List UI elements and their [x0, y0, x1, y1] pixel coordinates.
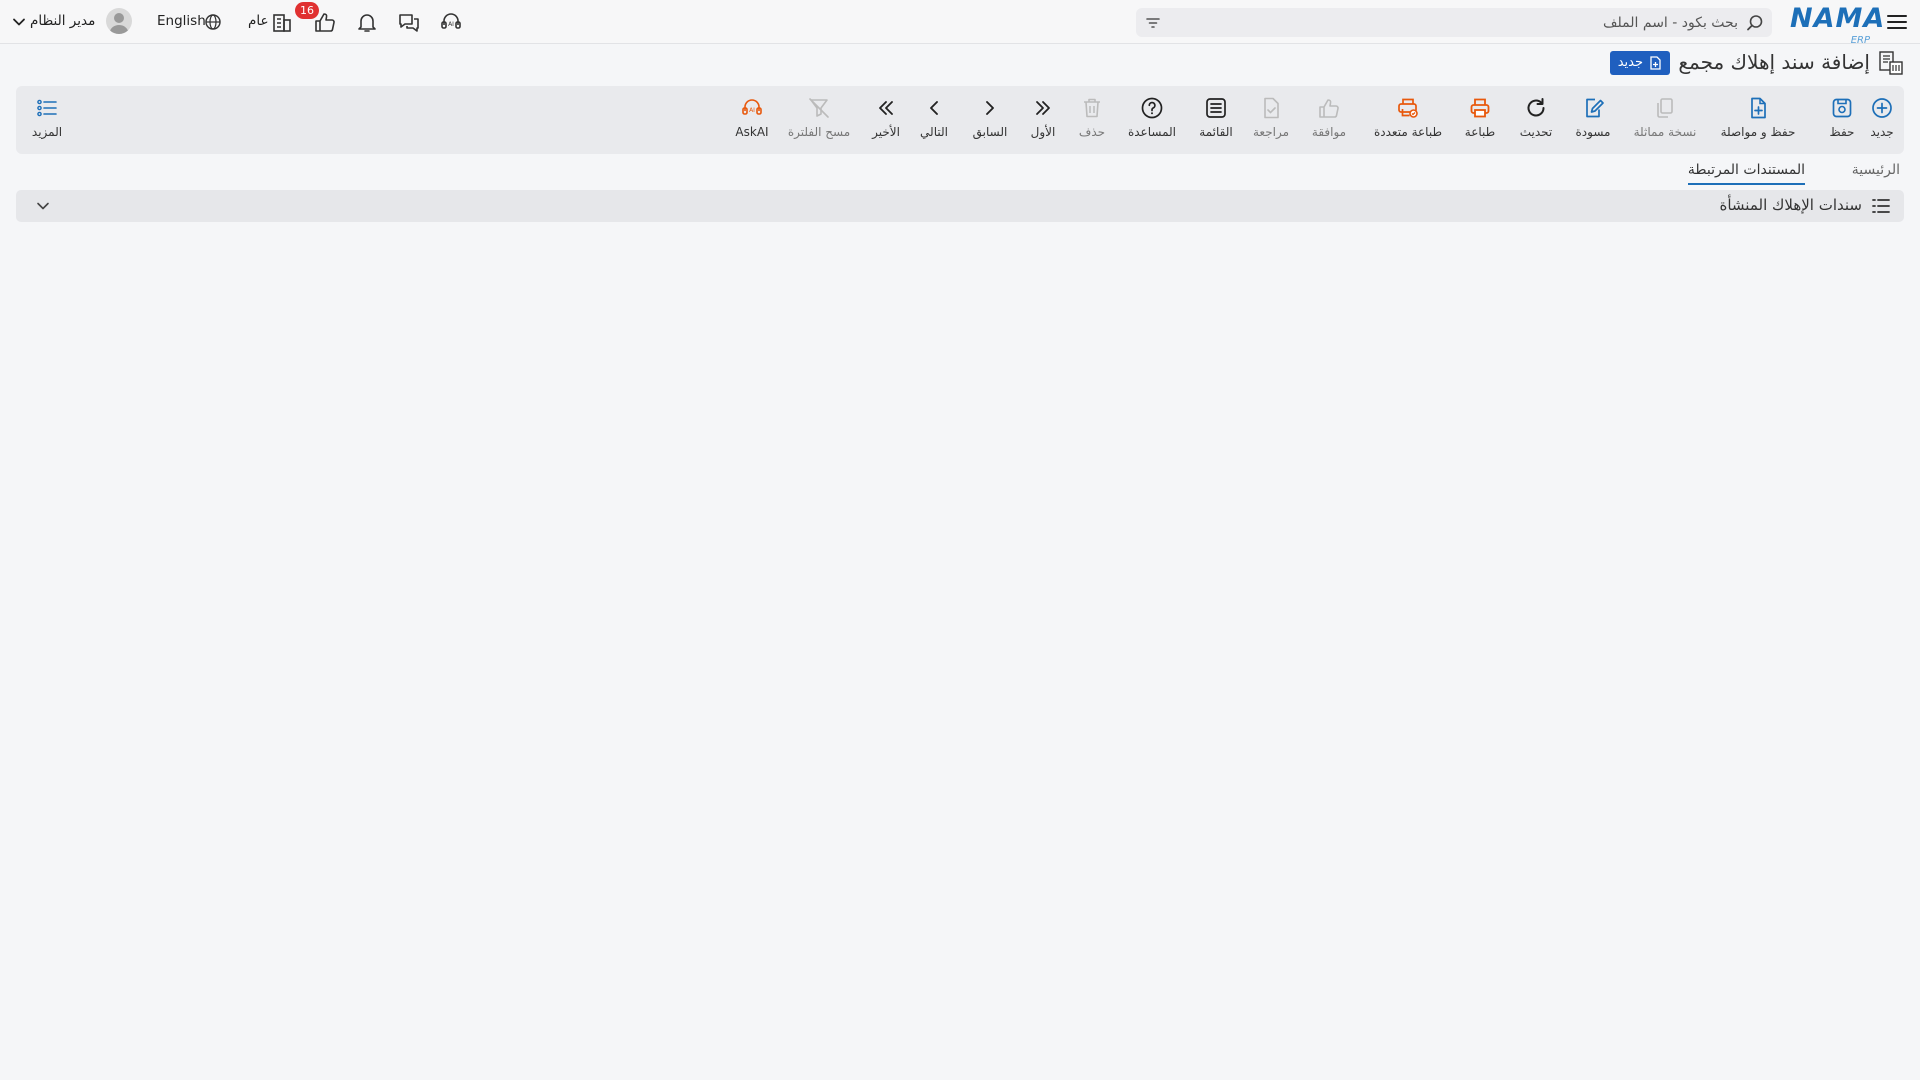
- chevrons-left-icon: [879, 101, 893, 115]
- global-search: [1136, 8, 1772, 37]
- chevron-left-icon: [930, 101, 938, 115]
- top-header: NAMA ERP AI 16 عام: [0, 0, 1920, 47]
- svg-text:AI: AI: [448, 21, 454, 28]
- tab-related-documents[interactable]: المستندات المرتبطة: [1687, 162, 1805, 185]
- tab-main[interactable]: الرئيسية: [1852, 162, 1900, 183]
- draft-label: مسودة: [1575, 125, 1611, 139]
- help-label: المساعدة: [1127, 125, 1177, 139]
- thumbs-up-icon: [1319, 99, 1339, 118]
- save-and-continue-button[interactable]: حفظ و مواصلة: [1718, 86, 1798, 154]
- new-doc-icon: [1650, 56, 1661, 70]
- multi-printer-icon: [1398, 98, 1418, 118]
- chevron-down-icon[interactable]: [36, 200, 50, 212]
- draft-button[interactable]: مسودة: [1570, 86, 1616, 154]
- file-check-icon: [1264, 97, 1279, 119]
- status-badge: جديد: [1609, 51, 1670, 75]
- print-button[interactable]: طباعة: [1460, 86, 1500, 154]
- list-bullets-icon: [1872, 199, 1890, 213]
- save-button[interactable]: حفظ: [1824, 86, 1860, 154]
- help-button[interactable]: المساعدة: [1124, 86, 1180, 154]
- chat-icon[interactable]: [397, 10, 421, 34]
- previous-label: السابق: [972, 125, 1008, 139]
- printer-icon: [1470, 98, 1490, 118]
- avatar[interactable]: [106, 8, 132, 34]
- approve-label: موافقة: [1311, 125, 1347, 139]
- document-building-icon: [1879, 51, 1903, 75]
- more-list-icon: [37, 99, 57, 117]
- last-record-button[interactable]: الأخير: [868, 86, 904, 154]
- clear-filter-label: مسح الفلترة: [787, 125, 851, 139]
- list-label: القائمة: [1199, 125, 1233, 139]
- page-title: إضافة سند إهلاك مجمع: [1678, 50, 1870, 74]
- ai-headset-icon: AI: [742, 99, 762, 115]
- action-toolbar: جديد حفظ حفظ و مواصلة نسخة مماثلة مسودة …: [16, 86, 1904, 154]
- chevron-down-icon[interactable]: [12, 15, 26, 29]
- search-input[interactable]: [1198, 8, 1738, 37]
- user-name[interactable]: مدير النظام: [30, 13, 95, 29]
- copy-icon: [1657, 98, 1673, 118]
- section-title: سندات الإهلاك المنشأة: [1719, 196, 1863, 214]
- clear-filter-button[interactable]: مسح الفلترة: [788, 86, 850, 154]
- globe-icon: [205, 14, 221, 30]
- filter-icon[interactable]: [1144, 14, 1162, 32]
- help-icon: [1141, 97, 1163, 119]
- save-button-label: حفظ: [1829, 125, 1855, 139]
- edit-draft-icon: [1586, 98, 1604, 118]
- status-badge-label: جديد: [1617, 55, 1643, 70]
- filter-off-icon: [809, 98, 829, 118]
- next-record-button[interactable]: التالي: [916, 86, 952, 154]
- logo-text: NAMA: [1790, 3, 1886, 34]
- general-branch-label[interactable]: عام: [248, 13, 269, 29]
- page-title-row: إضافة سند إهلاك مجمع جديد: [0, 46, 1920, 80]
- multi-print-label: طباعة متعددة: [1373, 125, 1442, 139]
- new-button-label: جديد: [1870, 125, 1894, 139]
- print-label: طباعة: [1464, 125, 1496, 139]
- refresh-label: تحديث: [1519, 125, 1553, 139]
- file-plus-icon: [1751, 97, 1766, 119]
- bell-icon[interactable]: [355, 10, 379, 34]
- tab-bar: الرئيسية المستندات المرتبطة: [0, 158, 1920, 188]
- search-icon[interactable]: [1746, 14, 1764, 32]
- first-record-button[interactable]: الأول: [1026, 86, 1060, 154]
- next-label: التالي: [920, 125, 948, 139]
- first-label: الأول: [1030, 125, 1056, 139]
- depreciation-vouchers-section[interactable]: سندات الإهلاك المنشأة: [16, 190, 1904, 222]
- duplicate-button[interactable]: نسخة مماثلة: [1630, 86, 1700, 154]
- delete-button[interactable]: حذف: [1074, 86, 1110, 154]
- list-icon: [1206, 98, 1226, 118]
- plus-circle-icon: [1872, 98, 1892, 118]
- chevrons-right-icon: [1036, 101, 1050, 115]
- ai-assistant-icon[interactable]: AI: [439, 10, 463, 34]
- review-button[interactable]: مراجعة: [1250, 86, 1292, 154]
- notification-count-badge: 16: [295, 2, 319, 19]
- delete-label: حذف: [1078, 125, 1106, 139]
- save-and-continue-label: حفظ و مواصلة: [1720, 125, 1796, 139]
- menu-icon[interactable]: [1886, 11, 1908, 33]
- company-icon[interactable]: [270, 10, 294, 34]
- review-label: مراجعة: [1252, 125, 1290, 139]
- approve-button[interactable]: موافقة: [1306, 86, 1352, 154]
- language-switch[interactable]: English: [157, 13, 206, 29]
- refresh-icon: [1527, 98, 1545, 117]
- save-icon: [1832, 98, 1852, 118]
- previous-record-button[interactable]: السابق: [970, 86, 1010, 154]
- trash-icon: [1084, 98, 1100, 118]
- list-button[interactable]: القائمة: [1196, 86, 1236, 154]
- user-avatar-icon: [109, 13, 129, 34]
- more-button[interactable]: المزيد: [28, 86, 66, 154]
- chevron-right-icon: [986, 101, 994, 115]
- askai-label: AskAI: [735, 125, 769, 139]
- nama-logo[interactable]: NAMA ERP: [1790, 4, 1884, 47]
- svg-text:AI: AI: [749, 107, 755, 114]
- refresh-button[interactable]: تحديث: [1516, 86, 1556, 154]
- more-label: المزيد: [31, 125, 63, 139]
- multi-print-button[interactable]: طباعة متعددة: [1370, 86, 1446, 154]
- last-label: الأخير: [872, 125, 900, 139]
- askai-button[interactable]: AI AskAI: [730, 86, 774, 154]
- new-button[interactable]: جديد: [1864, 86, 1900, 154]
- duplicate-label: نسخة مماثلة: [1633, 125, 1697, 139]
